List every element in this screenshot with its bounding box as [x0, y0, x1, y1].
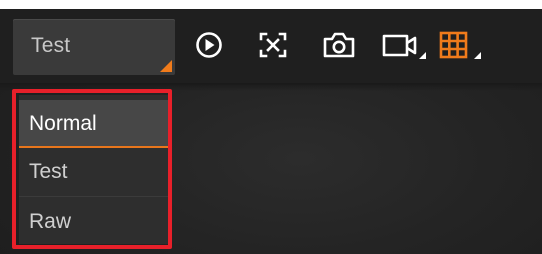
mode-option-raw[interactable]: Raw [19, 198, 168, 246]
mode-option-label: Normal [29, 112, 97, 135]
mode-select-value: Test [31, 34, 71, 57]
toolbar-shadow [0, 83, 542, 91]
mode-option-test[interactable]: Test [19, 148, 168, 196]
mode-option-label: Raw [29, 210, 72, 233]
mode-dropdown-list: Normal Test Raw [19, 95, 168, 244]
dropdown-corner-icon [160, 60, 172, 72]
dropdown-divider [19, 196, 168, 197]
mode-option-normal[interactable]: Normal [19, 100, 168, 148]
video-icon[interactable] [381, 28, 433, 62]
camera-icon[interactable] [320, 28, 358, 62]
fit-screen-icon[interactable] [255, 28, 291, 62]
mode-select[interactable]: Test [13, 19, 175, 75]
play-icon[interactable] [192, 28, 226, 62]
app-frame: Test Normal Test Raw [0, 0, 542, 254]
mode-option-label: Test [29, 160, 68, 183]
grid-icon[interactable] [437, 28, 489, 62]
